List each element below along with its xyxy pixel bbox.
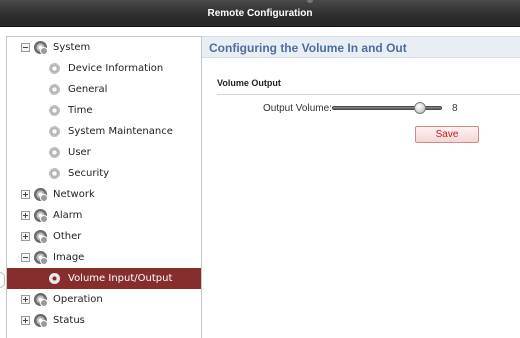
settings-group-icon xyxy=(34,188,48,202)
tree-item-other[interactable]: Other xyxy=(7,226,201,247)
expand-toggle-icon[interactable] xyxy=(21,316,30,325)
tree-item-label: General xyxy=(68,84,108,95)
window-titlebar: Remote Configuration xyxy=(0,0,520,27)
toolbar-gap xyxy=(0,27,520,36)
page-title: Configuring the Volume In and Out xyxy=(209,41,407,55)
gear-icon xyxy=(49,126,60,137)
tree-item-label: Security xyxy=(68,168,110,179)
gear-icon xyxy=(49,84,60,95)
settings-group-icon xyxy=(34,314,48,328)
sidebar-resize-handle[interactable] xyxy=(0,272,5,288)
tree-item-alarm[interactable]: Alarm xyxy=(7,205,201,226)
main-panel: Configuring the Volume In and Out Volume… xyxy=(202,36,520,338)
tree-item-security[interactable]: Security xyxy=(7,163,201,184)
tree-item-label: Operation xyxy=(53,294,103,305)
settings-group-icon xyxy=(34,230,48,244)
tree-item-volume-input-output[interactable]: Volume Input/Output xyxy=(7,268,201,289)
tree-item-status[interactable]: Status xyxy=(7,310,201,331)
settings-group-icon xyxy=(34,293,48,307)
collapse-toggle-icon[interactable] xyxy=(21,43,30,52)
tree-item-system[interactable]: System xyxy=(7,37,201,58)
gear-icon xyxy=(49,273,60,284)
collapse-toggle-icon[interactable] xyxy=(21,253,30,262)
gear-icon xyxy=(49,63,60,74)
gear-icon xyxy=(49,147,60,158)
save-button[interactable]: Save xyxy=(415,126,479,143)
tree-item-operation[interactable]: Operation xyxy=(7,289,201,310)
tree-item-system-maintenance[interactable]: System Maintenance xyxy=(7,121,201,142)
tree-item-user[interactable]: User xyxy=(7,142,201,163)
output-volume-slider[interactable] xyxy=(332,100,442,116)
gear-icon xyxy=(49,105,60,116)
expand-toggle-icon[interactable] xyxy=(21,232,30,241)
panel-header: Configuring the Volume In and Out xyxy=(202,36,520,58)
section-divider xyxy=(217,94,520,95)
tree-item-label: Volume Input/Output xyxy=(68,273,173,284)
slider-thumb[interactable] xyxy=(414,102,426,114)
settings-group-icon xyxy=(34,41,48,55)
config-tree-sidebar: System Device Information General Time S… xyxy=(6,36,202,338)
titlebar-grip[interactable] xyxy=(307,0,313,3)
tree-item-label: User xyxy=(68,147,91,158)
tree-item-label: System xyxy=(53,42,91,53)
tree-item-label: Alarm xyxy=(53,210,83,221)
tree-item-label: System Maintenance xyxy=(68,126,173,137)
tree-item-time[interactable]: Time xyxy=(7,100,201,121)
settings-group-icon xyxy=(34,209,48,223)
gear-icon xyxy=(49,168,60,179)
expand-toggle-icon[interactable] xyxy=(21,211,30,220)
tree-item-network[interactable]: Network xyxy=(7,184,201,205)
tree-item-label: Network xyxy=(53,189,95,200)
settings-group-icon xyxy=(34,251,48,265)
window-title: Remote Configuration xyxy=(207,8,313,19)
tree-item-label: Status xyxy=(53,315,85,326)
expand-toggle-icon[interactable] xyxy=(21,295,30,304)
output-volume-label: Output Volume: xyxy=(263,103,332,114)
tree-item-image[interactable]: Image xyxy=(7,247,201,268)
tree-item-label: Time xyxy=(68,105,93,116)
tree-item-label: Other xyxy=(53,231,82,242)
output-volume-value: 8 xyxy=(452,103,458,114)
tree-item-general[interactable]: General xyxy=(7,79,201,100)
tree-item-label: Device Information xyxy=(68,63,164,74)
tree-item-label: Image xyxy=(53,252,85,263)
section-title: Volume Output xyxy=(217,78,281,88)
expand-toggle-icon[interactable] xyxy=(21,190,30,199)
tree-item-device-information[interactable]: Device Information xyxy=(7,58,201,79)
